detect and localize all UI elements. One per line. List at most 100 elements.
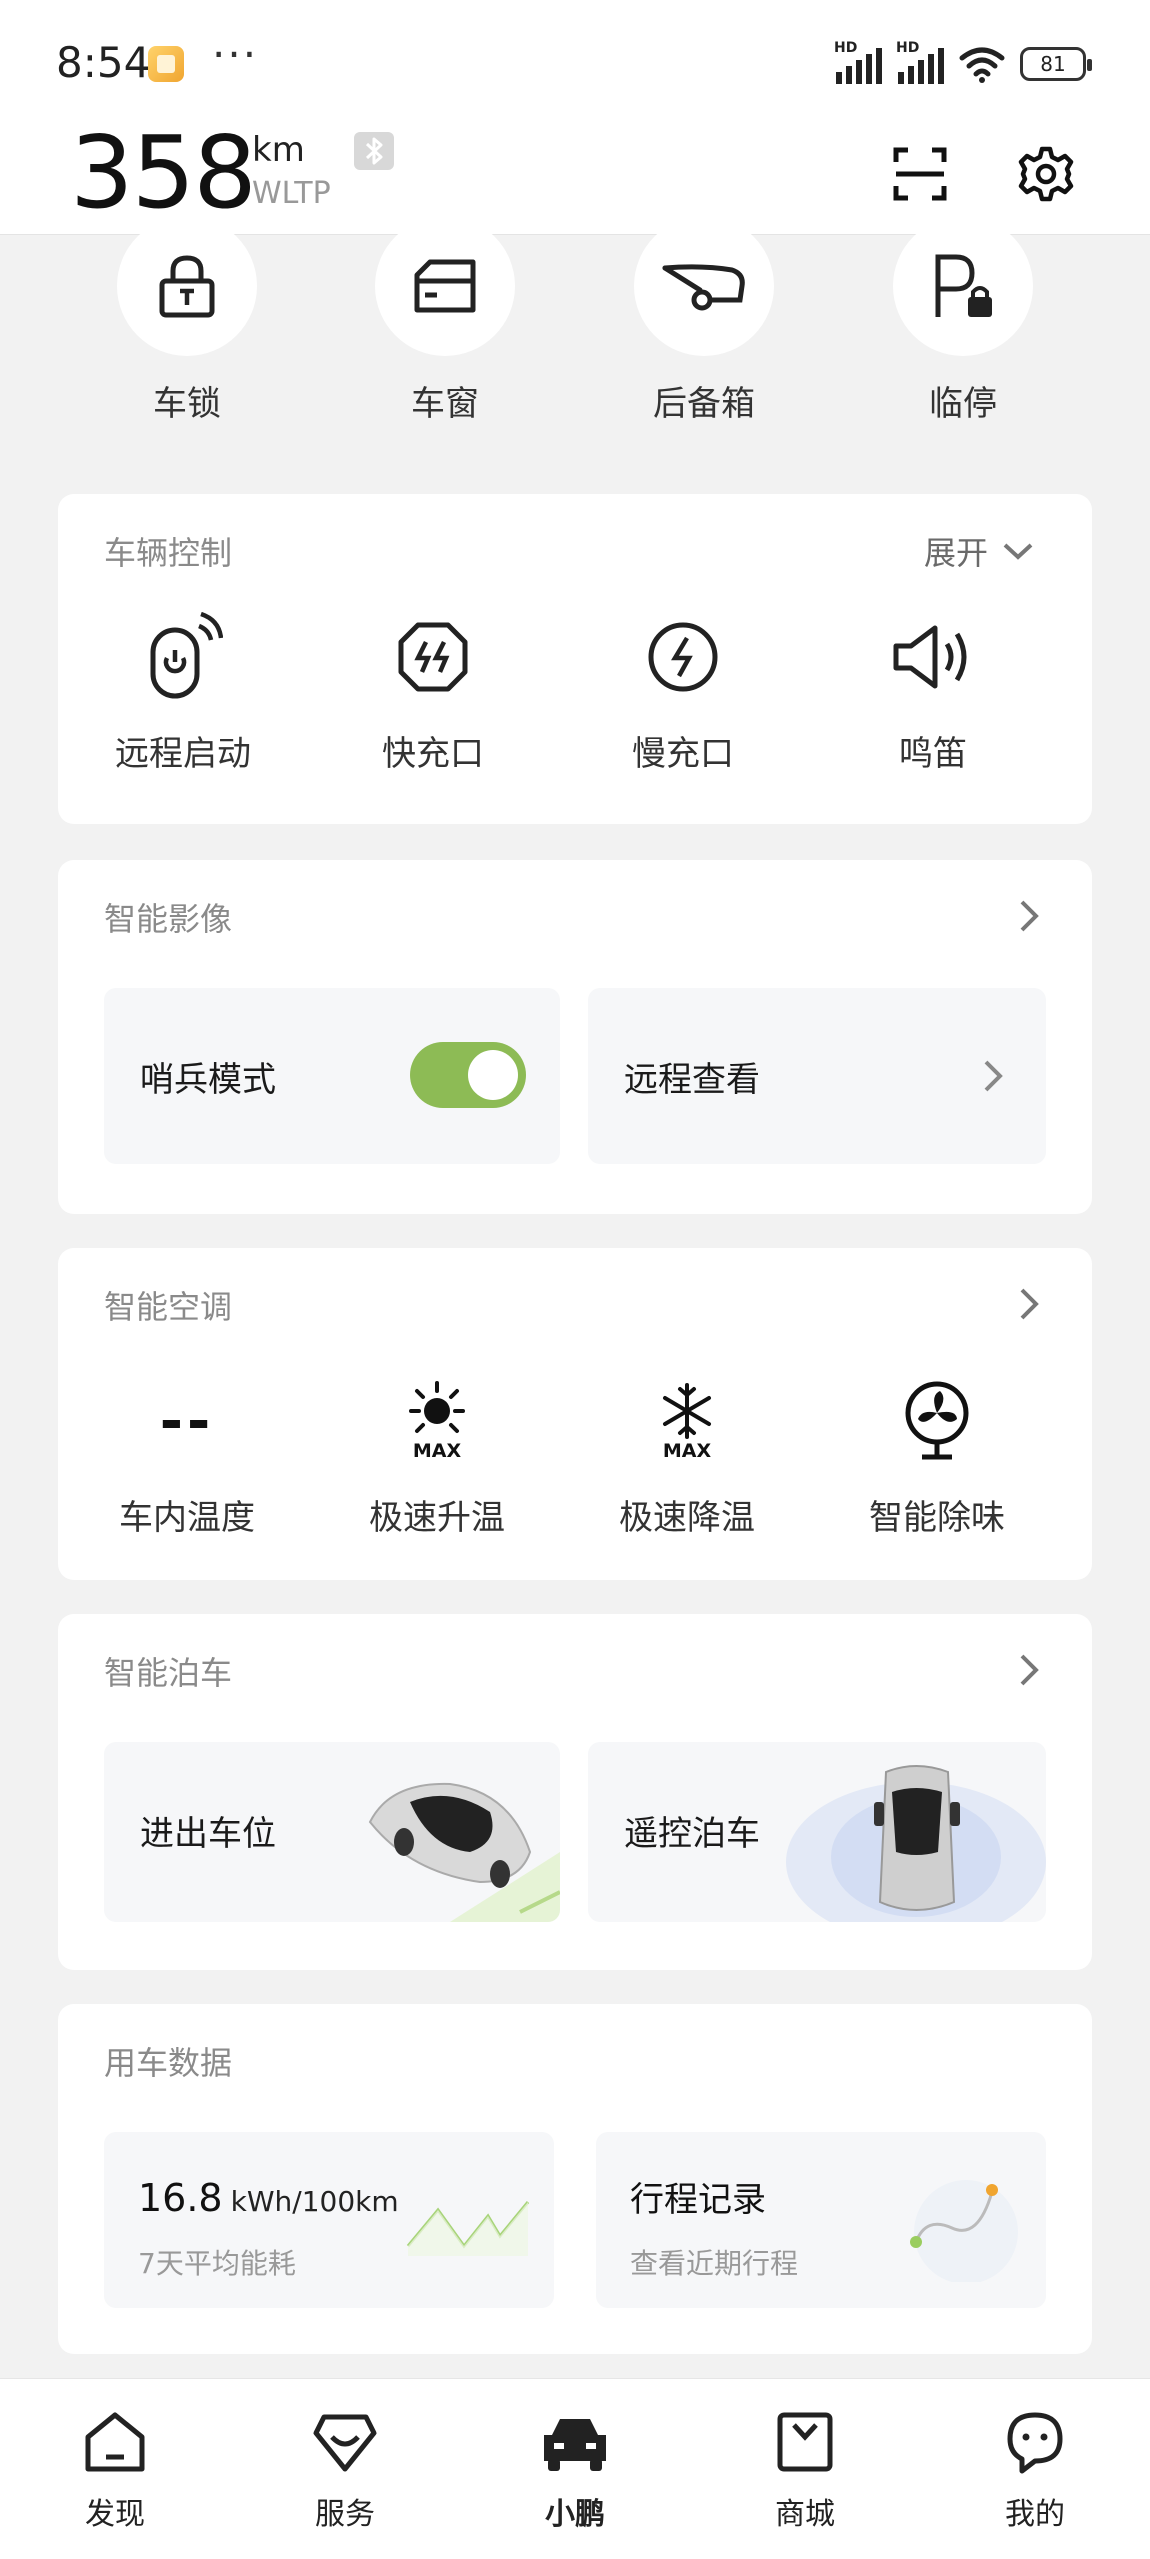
trip-caption: 查看近期行程 xyxy=(630,2247,799,2280)
chevron-right-icon xyxy=(984,1060,1003,1092)
nav-discover[interactable]: 发现 xyxy=(0,2379,230,2559)
nav-xpeng[interactable]: 小鹏 xyxy=(460,2379,690,2559)
profile-icon xyxy=(1007,2412,1063,2474)
nav-label: 小鹏 xyxy=(545,2497,605,2532)
svg-text:MAX: MAX xyxy=(663,1440,712,1461)
quick-action-trunk[interactable]: 后备箱 xyxy=(604,216,804,425)
smart-parking-card: 智能泊车 进出车位 遥控泊车 xyxy=(58,1614,1092,1970)
remote-view-label: 远程查看 xyxy=(624,1060,760,1100)
control-label: 鸣笛 xyxy=(899,734,967,774)
nav-label: 发现 xyxy=(85,2497,145,2532)
status-indicators: HD HD 81 xyxy=(834,40,1092,86)
energy-value: 16.8 xyxy=(138,2176,223,2220)
climate-label: 极速升温 xyxy=(369,1498,505,1538)
quick-action-lock[interactable]: 车锁 xyxy=(87,216,287,425)
lock-icon xyxy=(159,255,215,318)
home-icon xyxy=(85,2412,145,2472)
quick-action-label: 车锁 xyxy=(153,384,221,424)
control-label: 远程启动 xyxy=(115,734,251,774)
smart-camera-card: 智能影像 哨兵模式 远程查看 xyxy=(58,860,1092,1214)
usage-data-card: 用车数据 16.8 kWh/100km 7天平均能耗 行程记录 查看近期行程 xyxy=(58,2004,1092,2354)
chevron-right-icon[interactable] xyxy=(1014,1650,1044,1690)
bluetooth-icon xyxy=(354,132,394,170)
fan-icon xyxy=(905,1381,969,1460)
top-header: 8:54 ··· HD HD 81 358 km WLTP xyxy=(0,0,1150,235)
remote-parking-illustration xyxy=(786,1765,1046,1922)
climate-items: -- 车内温度 MAX 极速升温 MAX 极速降温 智能除味 xyxy=(58,1376,1092,1539)
remote-parking-label: 遥控泊车 xyxy=(624,1814,760,1854)
climate-label: 极速降温 xyxy=(619,1498,755,1538)
card-title: 智能影像 xyxy=(104,900,233,938)
snowflake-max-icon: MAX xyxy=(663,1383,712,1461)
quick-action-label: 后备箱 xyxy=(653,384,755,424)
rapid-cool-button[interactable]: MAX 极速降温 xyxy=(562,1376,812,1539)
expand-button[interactable]: 展开 xyxy=(924,528,1034,574)
nav-label: 商城 xyxy=(775,2497,835,2532)
quick-action-temporary-parking[interactable]: 临停 xyxy=(863,216,1063,425)
slow-charge-icon xyxy=(648,622,718,692)
nav-label: 服务 xyxy=(315,2497,375,2532)
status-time: 8:54 xyxy=(56,38,151,87)
energy-caption: 7天平均能耗 xyxy=(138,2247,296,2280)
signal-2-icon: HD xyxy=(896,40,944,84)
chevron-right-icon[interactable] xyxy=(1014,896,1044,936)
fast-charge-port-button[interactable]: 快充口 xyxy=(308,612,558,775)
energy-trend-icon xyxy=(406,2201,530,2256)
park-in-out-tile[interactable]: 进出车位 xyxy=(104,1742,560,1922)
trip-title: 行程记录 xyxy=(630,2180,766,2220)
status-bar: 8:54 ··· HD HD 81 xyxy=(0,0,1150,130)
card-title: 智能泊车 xyxy=(104,1654,233,1692)
energy-consumption-tile[interactable]: 16.8 kWh/100km 7天平均能耗 xyxy=(104,2132,554,2308)
card-title: 智能空调 xyxy=(104,1288,233,1326)
remote-view-tile[interactable]: 远程查看 xyxy=(588,988,1046,1164)
quick-action-label: 车窗 xyxy=(411,384,479,424)
horn-icon xyxy=(893,625,967,689)
car-parking-illustration xyxy=(368,1782,560,1922)
remote-parking-tile[interactable]: 遥控泊车 xyxy=(588,1742,1046,1922)
bottom-navigation: 发现 服务 小鹏 商城 我的 xyxy=(0,2378,1150,2559)
expand-label: 展开 xyxy=(923,534,988,572)
sentry-mode-label: 哨兵模式 xyxy=(140,1060,276,1100)
rapid-heat-button[interactable]: MAX 极速升温 xyxy=(312,1376,562,1539)
range-unit: km xyxy=(252,130,305,170)
cabin-temperature[interactable]: -- 车内温度 xyxy=(62,1376,312,1539)
nav-service[interactable]: 服务 xyxy=(230,2379,460,2559)
park-in-out-label: 进出车位 xyxy=(140,1814,276,1854)
notification-app-icon xyxy=(148,46,184,82)
vehicle-control-card: 车辆控制 展开 远程启动 快充口 慢充口 鸣笛 xyxy=(58,494,1092,824)
smart-climate-card: 智能空调 -- 车内温度 MAX 极速升温 MAX 极速降温 智能除味 xyxy=(58,1248,1092,1580)
energy-unit: kWh/100km xyxy=(230,2185,399,2218)
climate-label: 车内温度 xyxy=(119,1498,255,1538)
svg-text:MAX: MAX xyxy=(413,1440,462,1461)
car-icon xyxy=(544,2419,606,2471)
trip-record-tile[interactable]: 行程记录 查看近期行程 xyxy=(596,2132,1046,2308)
smart-deodorize-button[interactable]: 智能除味 xyxy=(812,1376,1062,1539)
route-map-icon xyxy=(910,2180,1018,2282)
signal-1-icon: HD xyxy=(834,40,882,84)
settings-gear-icon[interactable] xyxy=(1018,146,1074,202)
horn-button[interactable]: 鸣笛 xyxy=(808,612,1058,775)
range-value: 358 xyxy=(70,114,257,231)
chevron-right-icon[interactable] xyxy=(1014,1284,1044,1324)
remote-start-button[interactable]: 远程启动 xyxy=(58,612,308,775)
sun-max-icon: MAX xyxy=(409,1381,465,1461)
sentry-mode-tile: 哨兵模式 xyxy=(104,988,560,1164)
wifi-icon xyxy=(959,47,1005,83)
slow-charge-port-button[interactable]: 慢充口 xyxy=(558,612,808,775)
range-standard: WLTP xyxy=(252,176,331,211)
chevron-down-icon xyxy=(1003,543,1033,560)
control-label: 慢充口 xyxy=(632,734,734,774)
scan-icon[interactable] xyxy=(892,146,948,202)
quick-action-window[interactable]: 车窗 xyxy=(345,216,545,425)
nav-profile[interactable]: 我的 xyxy=(920,2379,1150,2559)
sentry-mode-toggle[interactable] xyxy=(410,1042,526,1108)
nav-shop[interactable]: 商城 xyxy=(690,2379,920,2559)
quick-action-label: 临停 xyxy=(929,384,997,424)
shop-bag-icon xyxy=(777,2412,833,2472)
quick-actions: 车锁 车窗 后备箱 临停 xyxy=(0,216,1150,466)
vehicle-control-items: 远程启动 快充口 慢充口 鸣笛 xyxy=(58,612,1092,775)
card-title: 用车数据 xyxy=(104,2044,233,2082)
nav-label: 我的 xyxy=(1005,2497,1065,2532)
fast-charge-icon xyxy=(398,622,468,692)
parking-lock-icon xyxy=(935,254,992,317)
